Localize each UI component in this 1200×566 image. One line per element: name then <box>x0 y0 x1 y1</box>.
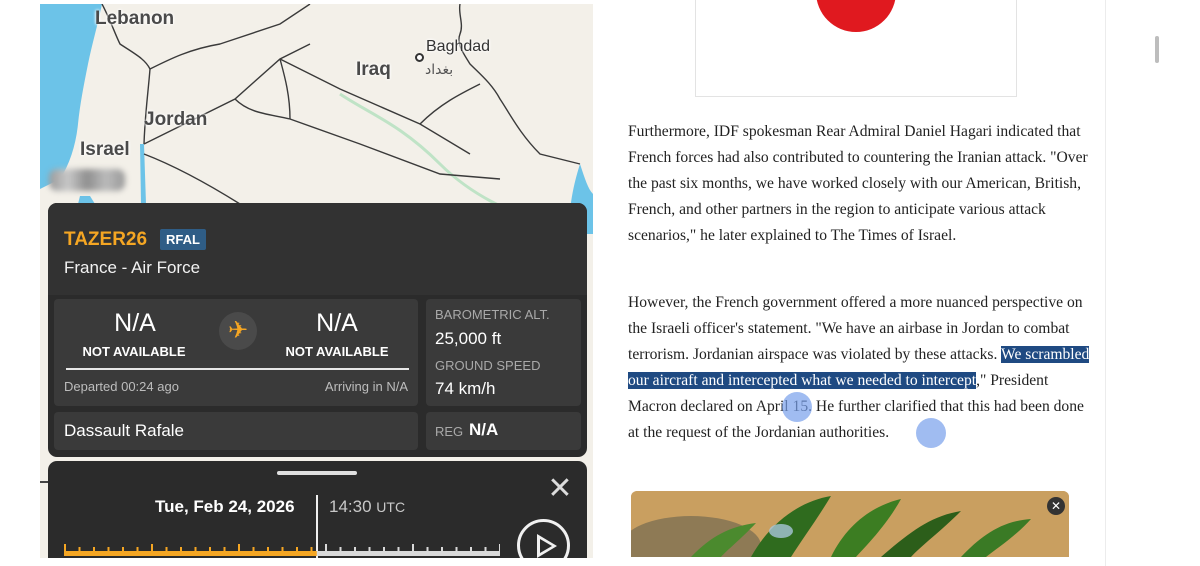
timeline-tick <box>93 547 95 556</box>
timeline-tick <box>107 547 110 556</box>
timeline-tick <box>252 547 255 556</box>
departed-status: Departed 00:24 ago <box>64 379 179 394</box>
playback-time-unit: UTC <box>376 499 406 515</box>
ground-speed-label: GROUND SPEED <box>435 358 541 373</box>
dead-sea <box>140 144 146 204</box>
map-label-baghdad: Baghdad <box>426 38 491 55</box>
timeline-tick <box>296 547 298 556</box>
timeline-tick <box>368 547 371 556</box>
map-label-jordan: Jordan <box>144 109 208 130</box>
timeline-tick <box>426 547 429 556</box>
map-label-israel: Israel <box>80 139 130 160</box>
selection-handle-end[interactable] <box>916 418 946 448</box>
timeline-tick <box>441 547 443 556</box>
timeline-tick <box>165 547 168 556</box>
timeline-tick <box>267 547 269 556</box>
playback-time: 14:30 UTC <box>329 497 405 517</box>
timeline-tick <box>281 547 284 556</box>
aircraft-type-badge: RFAL <box>160 229 206 250</box>
timeline-tick <box>484 547 487 556</box>
timeline-tick <box>64 544 66 556</box>
timeline-tick <box>209 547 211 556</box>
timeline-tick <box>325 544 327 556</box>
baro-alt-value: 25,000 ft <box>435 329 502 348</box>
playback-date: Tue, Feb 24, 2026 <box>155 497 295 516</box>
playback-time-value: 14:30 <box>329 497 372 516</box>
timeline-tick <box>238 544 240 556</box>
callsign: TAZER26 <box>64 229 148 250</box>
map-label-lebanon: Lebanon <box>95 8 175 29</box>
timeline-tick <box>151 544 153 556</box>
flight-header[interactable]: TAZER26 RFAL France - Air Force <box>48 203 587 295</box>
play-icon-inner <box>540 539 552 553</box>
timeline-tick <box>194 547 197 556</box>
arriving-status: Arriving in N/A <box>324 379 408 394</box>
timeline-tick <box>397 547 400 556</box>
map-label-baghdad-arabic: بغداد <box>425 62 454 78</box>
altitude-speed-card[interactable]: BAROMETRIC ALT. 25,000 ft GROUND SPEED 7… <box>426 299 581 406</box>
play-icon <box>537 534 557 558</box>
destination-code: N/A <box>316 309 358 337</box>
timeline-tick <box>136 547 139 556</box>
timeline-tick <box>78 547 81 556</box>
origin-name: NOT AVAILABLE <box>82 344 186 359</box>
article-paragraph-2: However, the French government offered a… <box>628 290 1098 446</box>
screen: Lebanon Iraq Baghdad بغداد Jordan Israel… <box>0 0 1200 566</box>
timeline-tick <box>180 547 182 556</box>
timeline-unplayed <box>316 551 500 556</box>
timeline-tick <box>310 547 313 556</box>
timeline-tick <box>499 544 500 556</box>
selection-handle-start[interactable] <box>782 392 812 422</box>
playback-panel[interactable]: ✕ Tue, Feb 24, 2026 14:30 UTC <box>48 461 587 558</box>
border-jordan-saudi <box>143 153 241 205</box>
ground-speed-value: 74 km/h <box>435 379 496 398</box>
red-logo-image <box>816 0 896 32</box>
close-icon[interactable]: ✕ <box>545 474 575 504</box>
route-progress-line <box>66 368 409 370</box>
route-card[interactable]: N/A NOT AVAILABLE ✈ N/A NOT AVAILABLE De… <box>54 299 418 406</box>
registration-card[interactable]: REG N/A <box>426 412 581 450</box>
reg-label: REG <box>435 424 464 439</box>
blurred-label <box>49 169 125 191</box>
country-borders <box>101 4 581 180</box>
article-photo[interactable]: ✕ <box>631 491 1069 557</box>
baghdad-city-dot[interactable] <box>415 53 424 62</box>
timeline-tick <box>383 547 385 556</box>
embedded-image-frame <box>695 0 1017 97</box>
article-pane[interactable]: Furthermore, IDF spokesman Rear Admiral … <box>604 0 1106 566</box>
plant-photo-art <box>631 491 1069 557</box>
drag-handle[interactable] <box>277 471 357 475</box>
airplane-icon: ✈ <box>219 312 257 350</box>
timeline-tick <box>223 547 226 556</box>
destination-name: NOT AVAILABLE <box>285 344 389 359</box>
aircraft-card[interactable]: Dassault Rafale <box>54 412 418 450</box>
timeline-tick <box>354 547 356 556</box>
map-label-iraq: Iraq <box>356 59 391 80</box>
operator-name: France - Air Force <box>64 258 201 277</box>
flight-info-panel[interactable]: TAZER26 RFAL France - Air Force N/A NOT … <box>48 203 587 457</box>
timeline-tick <box>412 544 414 556</box>
aircraft-model: Dassault Rafale <box>64 421 185 440</box>
timeline-tick <box>470 547 472 556</box>
article-paragraph-1: Furthermore, IDF spokesman Rear Admiral … <box>628 123 1088 244</box>
mediterranean-sea <box>40 4 102 189</box>
timeline-tick <box>122 547 124 556</box>
timeline-played <box>64 551 317 556</box>
reg-value: N/A <box>469 420 499 439</box>
timeline-track[interactable] <box>64 544 500 558</box>
timeline-tick <box>339 547 342 556</box>
origin-code: N/A <box>114 309 156 337</box>
close-icon[interactable]: ✕ <box>1047 497 1065 515</box>
scrollbar-thumb[interactable] <box>1155 36 1159 63</box>
baro-alt-label: BAROMETRIC ALT. <box>435 307 550 322</box>
play-button[interactable] <box>517 519 570 558</box>
timeline-tick <box>455 547 458 556</box>
map-edge-mark <box>40 481 48 483</box>
